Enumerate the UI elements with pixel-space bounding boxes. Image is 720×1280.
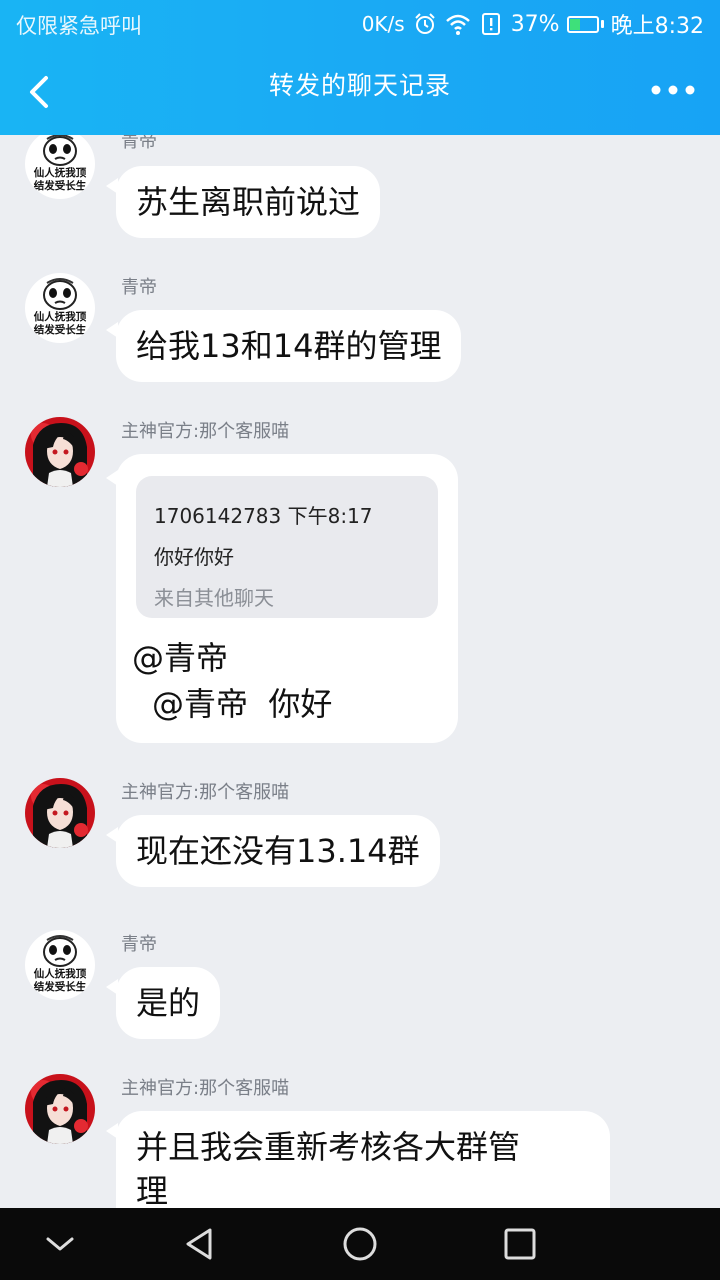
avatar[interactable] bbox=[25, 273, 95, 343]
sender-name: 青帝 bbox=[121, 934, 157, 955]
reply-text-line: @青帝 bbox=[132, 639, 229, 677]
wifi-icon bbox=[445, 14, 470, 35]
quote-source: 来自其他聊天 bbox=[154, 586, 274, 610]
avatar[interactable] bbox=[25, 135, 95, 199]
message-list[interactable]: 青帝 苏生离职前说过 青帝 给我13和14群的管理 主神官方:那个客服喵 170… bbox=[0, 135, 720, 1208]
avatar[interactable] bbox=[25, 417, 95, 487]
status-right: 0K/s 37% 晚上8:32 bbox=[361, 9, 704, 40]
more-dots-icon[interactable] bbox=[648, 76, 698, 104]
message-text: 给我13和14群的管理 bbox=[136, 327, 442, 365]
status-left-text: 仅限紧急呼叫 bbox=[16, 14, 142, 38]
sender-name: 青帝 bbox=[121, 277, 157, 298]
message-text: 是的 bbox=[136, 984, 201, 1022]
sender-name: 主神官方:那个客服喵 bbox=[121, 782, 290, 803]
chat-header: 转发的聊天记录 bbox=[0, 48, 720, 135]
message-text-line: 并且我会重新考核各大群管 bbox=[136, 1128, 521, 1166]
net-speed: 0K/s bbox=[361, 12, 405, 36]
sender-name: 主神官方:那个客服喵 bbox=[121, 421, 290, 442]
message-bubble[interactable]: 是的 bbox=[106, 967, 221, 1039]
message-text: 现在还没有13.14群 bbox=[136, 832, 420, 870]
quote-header: 1706142783 下午8:17 bbox=[154, 504, 373, 528]
chevron-down-icon[interactable] bbox=[40, 1224, 80, 1264]
page-title: 转发的聊天记录 bbox=[268, 71, 451, 100]
avatar[interactable] bbox=[25, 778, 95, 848]
message-bubble[interactable]: 苏生离职前说过 bbox=[106, 166, 381, 238]
sender-name: 主神官方:那个客服喵 bbox=[121, 1078, 290, 1099]
status-time: 晚上8:32 bbox=[610, 14, 704, 39]
message-bubble[interactable]: 现在还没有13.14群 bbox=[106, 815, 440, 887]
status-bar: 仅限紧急呼叫 0K/s 37% 晚上8:32 bbox=[0, 0, 720, 48]
home-circle-icon[interactable] bbox=[340, 1224, 380, 1264]
quoted-message[interactable]: 1706142783 下午8:17 你好你好 来自其他聊天 bbox=[136, 476, 438, 618]
alarm-icon bbox=[414, 13, 435, 34]
avatar[interactable] bbox=[25, 1074, 95, 1144]
system-nav-bar bbox=[0, 1208, 720, 1280]
recents-square-icon[interactable] bbox=[500, 1224, 540, 1264]
back-triangle-icon[interactable] bbox=[180, 1224, 220, 1264]
quote-body: 你好你好 bbox=[154, 545, 234, 569]
reply-text-line: @青帝 你好 bbox=[152, 685, 333, 723]
battery-percent: 37% bbox=[510, 11, 560, 37]
sender-name: 青帝 bbox=[121, 135, 157, 152]
alert-icon bbox=[481, 13, 500, 35]
message-text-line: 理 bbox=[136, 1172, 169, 1208]
avatar[interactable] bbox=[25, 930, 95, 1000]
message-bubble[interactable]: 并且我会重新考核各大群管 理 bbox=[106, 1111, 610, 1208]
message-bubble[interactable]: 1706142783 下午8:17 你好你好 来自其他聊天 @青帝 @青帝 你好 bbox=[106, 454, 458, 743]
top-bar: 仅限紧急呼叫 0K/s 37% 晚上8:32 转发的聊天记录 bbox=[0, 0, 720, 135]
battery-icon bbox=[566, 15, 604, 33]
message-bubble[interactable]: 给我13和14群的管理 bbox=[106, 310, 462, 382]
message-text: 苏生离职前说过 bbox=[136, 183, 361, 221]
